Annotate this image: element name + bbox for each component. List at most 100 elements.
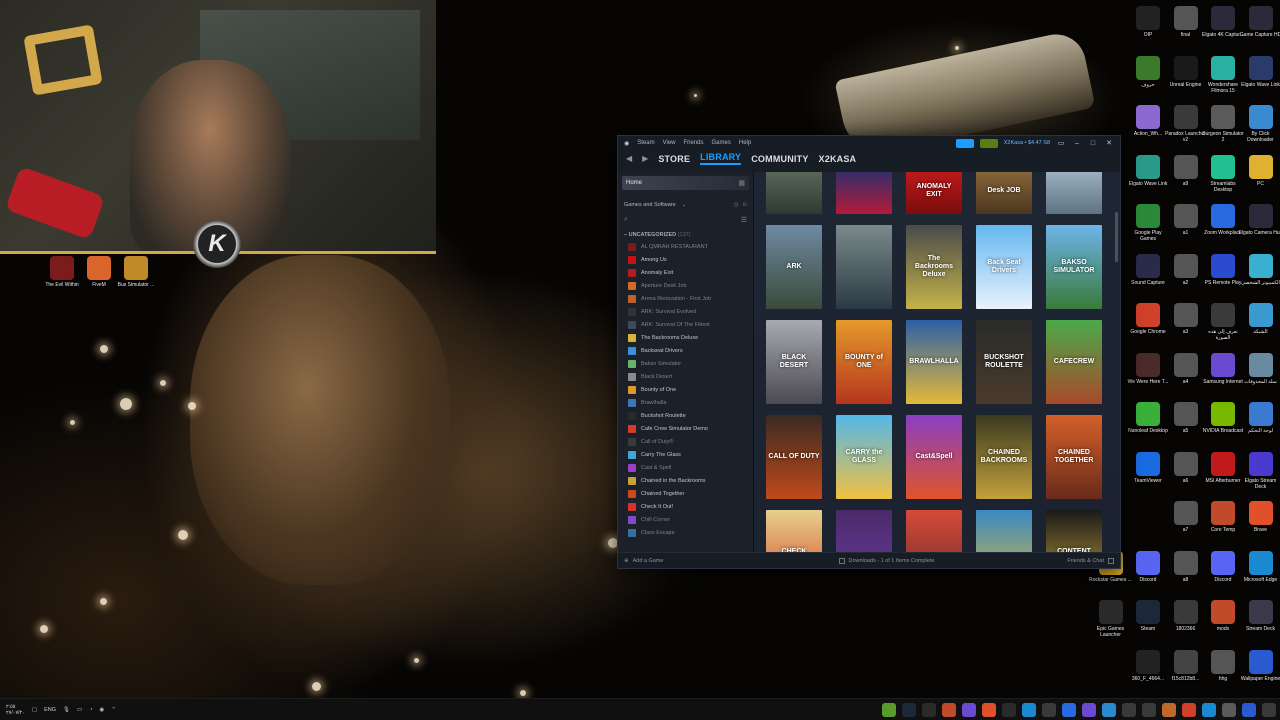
- filter-icon[interactable]: ☰: [741, 216, 747, 224]
- game-cover[interactable]: ARK: [766, 225, 822, 309]
- game-list-item[interactable]: Cast & Spell: [618, 461, 753, 474]
- add-game-button[interactable]: ⊕ Add a Game: [624, 558, 664, 564]
- game-list-item[interactable]: Anomaly Exit: [618, 266, 753, 279]
- game-list-item[interactable]: Check It Out!: [618, 500, 753, 513]
- desktop-shortcut[interactable]: Brave: [1239, 501, 1280, 533]
- task-icon-8[interactable]: [1022, 703, 1036, 717]
- task-icon-12[interactable]: [1102, 703, 1116, 717]
- game-list-item[interactable]: Backseat Drivers: [618, 344, 753, 357]
- task-icon-15[interactable]: [1162, 703, 1176, 717]
- task-icon-14[interactable]: [1142, 703, 1156, 717]
- game-list-item[interactable]: Arena Renovation - First Job: [618, 292, 753, 305]
- desktop-shortcut[interactable]: الشبكة: [1239, 303, 1280, 335]
- game-list-item[interactable]: ARK: Survival Evolved: [618, 305, 753, 318]
- nvidia-task-icon[interactable]: [882, 703, 896, 717]
- minimize-icon[interactable]: –: [1072, 140, 1082, 147]
- game-cover[interactable]: BLACK DESERT: [766, 320, 822, 404]
- game-list-item[interactable]: Black Desert: [618, 370, 753, 383]
- game-cover[interactable]: CAFECREW: [1046, 320, 1102, 404]
- desktop-shortcut[interactable]: سلة المحذوفات: [1239, 352, 1280, 385]
- game-cover[interactable]: CHECK: [766, 510, 822, 552]
- nav-community[interactable]: COMMUNITY: [751, 154, 808, 164]
- task-icon-3[interactable]: [922, 703, 936, 717]
- desktop-shortcut[interactable]: Elgato Wave Link: [1239, 55, 1280, 88]
- downloads-status[interactable]: Downloads - 1 of 1 Items Complete: [838, 557, 934, 564]
- game-list-item[interactable]: Bakso Simulator: [618, 357, 753, 370]
- tray-expand-icon[interactable]: ⌃: [111, 707, 116, 713]
- game-cover[interactable]: [836, 172, 892, 214]
- category-header[interactable]: – UNCATEGORIZED (137): [618, 226, 753, 240]
- menu-view[interactable]: View: [663, 140, 676, 146]
- task-icon-18[interactable]: [1222, 703, 1236, 717]
- menu-games[interactable]: Games: [712, 140, 731, 146]
- game-cover[interactable]: CHAINED BACKROOMS: [976, 415, 1032, 499]
- microphone-icon[interactable]: 🎙: [63, 707, 70, 713]
- game-cover[interactable]: Back Seat Drivers: [976, 225, 1032, 309]
- library-search[interactable]: ⌕ ☰: [618, 214, 753, 226]
- grid-view-icon[interactable]: ▦: [738, 179, 745, 187]
- game-list-item[interactable]: The Backrooms Deluxe: [618, 331, 753, 344]
- home-button[interactable]: Home ▦: [622, 176, 749, 190]
- game-cover[interactable]: The Backrooms Deluxe: [906, 225, 962, 309]
- nav-username[interactable]: X2KASA: [819, 154, 857, 164]
- desktop-shortcut[interactable]: لوحة التحكم: [1239, 402, 1280, 434]
- notification-icon[interactable]: ▢: [32, 707, 37, 713]
- game-cover[interactable]: ANOMALY EXIT: [906, 172, 962, 214]
- grid-scrollbar[interactable]: [1115, 212, 1118, 262]
- nav-library[interactable]: LIBRARY: [700, 152, 742, 165]
- desktop-shortcut[interactable]: Stream Deck: [1239, 600, 1280, 632]
- desktop-shortcut[interactable]: Game Capture HD: [1239, 6, 1280, 38]
- desktop-shortcut[interactable]: By Click Downloader: [1239, 105, 1280, 143]
- maximize-icon[interactable]: □: [1088, 140, 1098, 147]
- menu-steam[interactable]: Steam: [637, 140, 654, 146]
- game-list-item[interactable]: Carry The Glass: [618, 448, 753, 461]
- task-icon-19[interactable]: [1242, 703, 1256, 717]
- desktop-shortcut[interactable]: Elgato Camera Hub: [1239, 204, 1280, 236]
- desktop-shortcut[interactable]: Bus Simulator ...: [114, 256, 158, 288]
- game-cover[interactable]: BOUNTY of ONE: [836, 320, 892, 404]
- game-cover[interactable]: [836, 510, 892, 552]
- account-menu[interactable]: X2Kasa • $4.47 S8: [1004, 140, 1050, 146]
- friends-chat-button[interactable]: Friends & Chat: [1067, 557, 1114, 564]
- nav-store[interactable]: STORE: [658, 154, 690, 164]
- volume-icon[interactable]: ◉: [100, 707, 105, 713]
- task-icon-7[interactable]: [1002, 703, 1016, 717]
- game-cover[interactable]: CONTENT: [1046, 510, 1102, 552]
- recent-icon[interactable]: ◷: [734, 202, 739, 208]
- back-arrow-icon[interactable]: ◀: [626, 154, 632, 163]
- task-icon-11[interactable]: [1082, 703, 1096, 717]
- task-icon-5[interactable]: [962, 703, 976, 717]
- desktop-shortcut[interactable]: Elgato Stream Deck: [1239, 451, 1280, 490]
- game-cover[interactable]: [766, 172, 822, 214]
- games-filter-dropdown[interactable]: Games and Software ⌄ ◷ ⊙: [618, 198, 753, 212]
- task-icon-10[interactable]: [1062, 703, 1076, 717]
- desktop-shortcut[interactable]: Microsoft Edge: [1239, 550, 1280, 583]
- task-icon-4[interactable]: [942, 703, 956, 717]
- brave-task-icon[interactable]: [982, 703, 996, 717]
- game-cover[interactable]: CALL OF DUTY: [766, 415, 822, 499]
- task-icon-20[interactable]: [1262, 703, 1276, 717]
- notifications-button[interactable]: [979, 138, 998, 148]
- game-list-item[interactable]: Chained Together: [618, 487, 753, 500]
- broadcast-button[interactable]: [955, 138, 974, 148]
- game-cover[interactable]: [836, 225, 892, 309]
- game-list-item[interactable]: Call of Duty®: [618, 435, 753, 448]
- menu-friends[interactable]: Friends: [684, 140, 704, 146]
- desktop-shortcut[interactable]: الكمبيوتر الشخصي: [1239, 253, 1280, 286]
- game-list-item[interactable]: Cafe Crew Simulator Demo: [618, 422, 753, 435]
- game-list-item[interactable]: Aperture Desk Job: [618, 279, 753, 292]
- desktop-shortcut[interactable]: PC: [1239, 154, 1280, 187]
- game-list-item[interactable]: Brawlhalla: [618, 396, 753, 409]
- task-icon-9[interactable]: [1042, 703, 1056, 717]
- game-list-item[interactable]: ARK: Survival Of The Fittest: [618, 318, 753, 331]
- download-filter-icon[interactable]: ⊙: [742, 202, 747, 208]
- steam-task-icon[interactable]: [902, 703, 916, 717]
- game-cover[interactable]: BRAWLHALLA: [906, 320, 962, 404]
- game-cover[interactable]: Cast&Spell: [906, 415, 962, 499]
- game-list-item[interactable]: Chill Corner: [618, 513, 753, 526]
- task-icon-13[interactable]: [1122, 703, 1136, 717]
- steam-window[interactable]: ◉ Steam View Friends Games Help X2Kasa •…: [617, 135, 1121, 569]
- game-list-item[interactable]: AL QMRAH RESTAURANT: [618, 240, 753, 253]
- game-list-item[interactable]: Bounty of One: [618, 383, 753, 396]
- game-list-item[interactable]: Chained in the Backrooms: [618, 474, 753, 487]
